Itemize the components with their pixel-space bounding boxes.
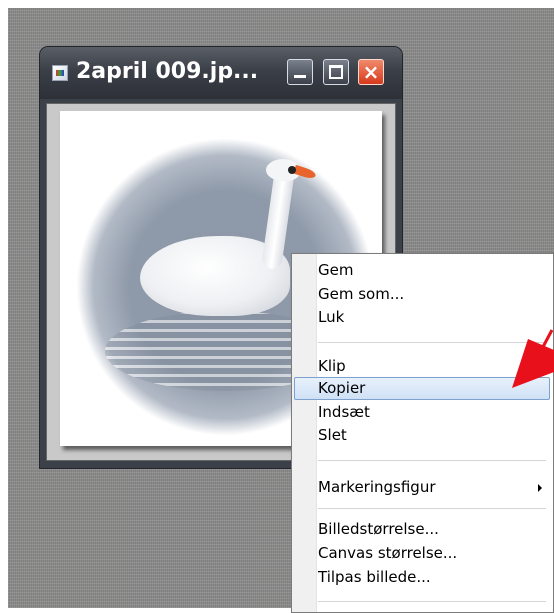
minimize-button[interactable] bbox=[287, 59, 313, 85]
window-titlebar[interactable]: 2april 009.jp... × bbox=[40, 47, 402, 99]
submenu-arrow-icon bbox=[538, 484, 542, 492]
menu-item-slet[interactable]: Slet bbox=[294, 424, 550, 447]
menu-separator bbox=[318, 508, 546, 509]
menu-item-label: Markeringsfigur bbox=[318, 478, 436, 496]
menu-separator bbox=[318, 342, 546, 343]
menu-item-canvas-storrelse[interactable]: Canvas størrelse... bbox=[294, 542, 550, 565]
menu-item-luk[interactable]: Luk bbox=[294, 306, 550, 329]
menu-item-indsaet[interactable]: Indsæt bbox=[294, 401, 550, 424]
image-file-icon bbox=[52, 65, 68, 81]
menu-item-gem[interactable]: Gem bbox=[294, 259, 550, 282]
maximize-icon bbox=[329, 65, 343, 79]
maximize-button[interactable] bbox=[323, 59, 349, 85]
context-menu: Gem Gem som... Luk Klip Kopier Indsæt Sl… bbox=[291, 253, 554, 613]
close-icon: × bbox=[362, 60, 380, 84]
menu-item-gem-som[interactable]: Gem som... bbox=[294, 283, 550, 306]
menu-item-tilpas-billede[interactable]: Tilpas billede... bbox=[294, 566, 550, 589]
menu-separator bbox=[318, 460, 546, 461]
menu-item-billedstorrelse[interactable]: Billedstørrelse... bbox=[294, 518, 550, 541]
menu-item-kopier[interactable]: Kopier bbox=[294, 377, 550, 400]
minimize-icon bbox=[294, 75, 306, 78]
window-title: 2april 009.jp... bbox=[76, 59, 259, 84]
swan-eye bbox=[288, 166, 296, 174]
close-button[interactable]: × bbox=[358, 59, 384, 85]
menu-separator bbox=[318, 601, 546, 602]
menu-item-klip[interactable]: Klip bbox=[294, 355, 550, 378]
menu-item-markeringsfigur[interactable]: Markeringsfigur bbox=[294, 476, 550, 499]
